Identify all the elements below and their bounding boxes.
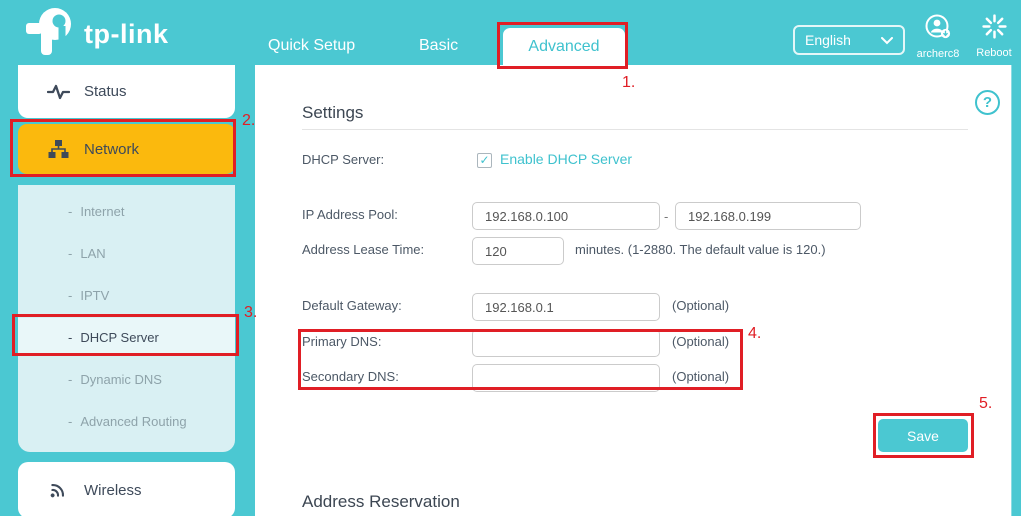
subitem-dash: -	[68, 414, 72, 429]
subitem-label: Dynamic DNS	[80, 372, 162, 387]
sidebar-status-label: Status	[84, 83, 127, 100]
sidebar-item-status[interactable]: Status	[18, 65, 235, 118]
scrollbar-track[interactable]	[1011, 65, 1021, 516]
lease-time-input[interactable]	[472, 237, 564, 265]
primary-dns-input[interactable]	[472, 329, 660, 357]
primary-dns-label: Primary DNS:	[302, 334, 381, 349]
subitem-dash: -	[68, 288, 72, 303]
check-icon: ✓	[479, 153, 489, 167]
tab-advanced[interactable]: Advanced	[503, 28, 625, 65]
sidebar-item-wireless[interactable]: Wireless	[18, 462, 235, 516]
ip-pool-label: IP Address Pool:	[302, 207, 398, 222]
tab-quick-setup[interactable]: Quick Setup	[268, 37, 355, 55]
primary-dns-optional: (Optional)	[672, 334, 729, 349]
subitem-dash: -	[68, 204, 72, 219]
address-reservation-title: Address Reservation	[302, 492, 460, 512]
reboot-label: Reboot	[962, 47, 1021, 59]
brand-name: tp-link	[84, 19, 169, 50]
default-gateway-optional: (Optional)	[672, 298, 729, 313]
secondary-dns-optional: (Optional)	[672, 369, 729, 384]
router-admin-screen: tp-link Quick Setup Basic Advanced Engli…	[0, 0, 1021, 516]
ip-pool-end-input[interactable]	[675, 202, 861, 230]
subitem-label: Internet	[80, 204, 124, 219]
subitem-label: IPTV	[80, 288, 109, 303]
subitem-label: LAN	[80, 246, 105, 261]
reboot-button[interactable]: Reboot	[962, 13, 1021, 59]
chevron-down-icon	[881, 32, 893, 48]
sidebar-subitem-internet[interactable]: - Internet	[18, 192, 235, 230]
tplink-logo[interactable]: tp-link	[24, 7, 169, 62]
sidebar-subitem-lan[interactable]: - LAN	[18, 234, 235, 272]
subitem-label: Advanced Routing	[80, 414, 186, 429]
subitem-label: DHCP Server	[80, 330, 159, 345]
sidebar-item-network[interactable]: Network	[18, 124, 235, 174]
ip-pool-separator: -	[664, 209, 668, 224]
enable-dhcp-label: Enable DHCP Server	[500, 151, 632, 167]
save-button[interactable]: Save	[878, 419, 968, 452]
subitem-dash: -	[68, 372, 72, 387]
user-label: archerc8	[906, 48, 970, 60]
sidebar-subitem-iptv[interactable]: - IPTV	[18, 276, 235, 314]
lease-time-hint: minutes. (1-2880. The default value is 1…	[575, 242, 826, 257]
sidebar-subitem-dynamic-dns[interactable]: - Dynamic DNS	[18, 360, 235, 398]
reboot-icon	[981, 27, 1008, 44]
network-tree-icon	[46, 140, 70, 159]
sidebar-wireless-label: Wireless	[84, 482, 142, 499]
secondary-dns-input[interactable]	[472, 364, 660, 392]
default-gateway-label: Default Gateway:	[302, 298, 402, 313]
top-header: tp-link Quick Setup Basic Advanced Engli…	[0, 0, 1021, 65]
default-gateway-input[interactable]	[472, 293, 660, 321]
help-icon[interactable]: ?	[975, 90, 1000, 115]
user-icon	[923, 28, 953, 45]
language-select-value: English	[805, 32, 851, 48]
section-divider	[302, 129, 968, 130]
lease-time-label: Address Lease Time:	[302, 242, 424, 257]
pulse-icon	[46, 84, 70, 100]
annotation-step-2: 2.	[242, 112, 255, 130]
subitem-dash: -	[68, 330, 72, 345]
settings-section-title: Settings	[302, 103, 363, 123]
language-select[interactable]: English	[793, 25, 905, 55]
user-account-button[interactable]: archerc8	[906, 13, 970, 60]
sidebar-subitem-dhcp-server[interactable]: - DHCP Server	[18, 318, 235, 356]
wifi-icon	[46, 479, 70, 501]
dhcp-server-label: DHCP Server:	[302, 152, 384, 167]
subitem-dash: -	[68, 246, 72, 261]
tplink-logo-icon	[24, 7, 76, 62]
enable-dhcp-checkbox[interactable]: ✓	[477, 153, 492, 168]
sidebar-network-label: Network	[84, 141, 139, 158]
sidebar-subitem-advanced-routing[interactable]: - Advanced Routing	[18, 402, 235, 440]
ip-pool-start-input[interactable]	[472, 202, 660, 230]
tab-basic[interactable]: Basic	[419, 37, 458, 55]
secondary-dns-label: Secondary DNS:	[302, 369, 399, 384]
